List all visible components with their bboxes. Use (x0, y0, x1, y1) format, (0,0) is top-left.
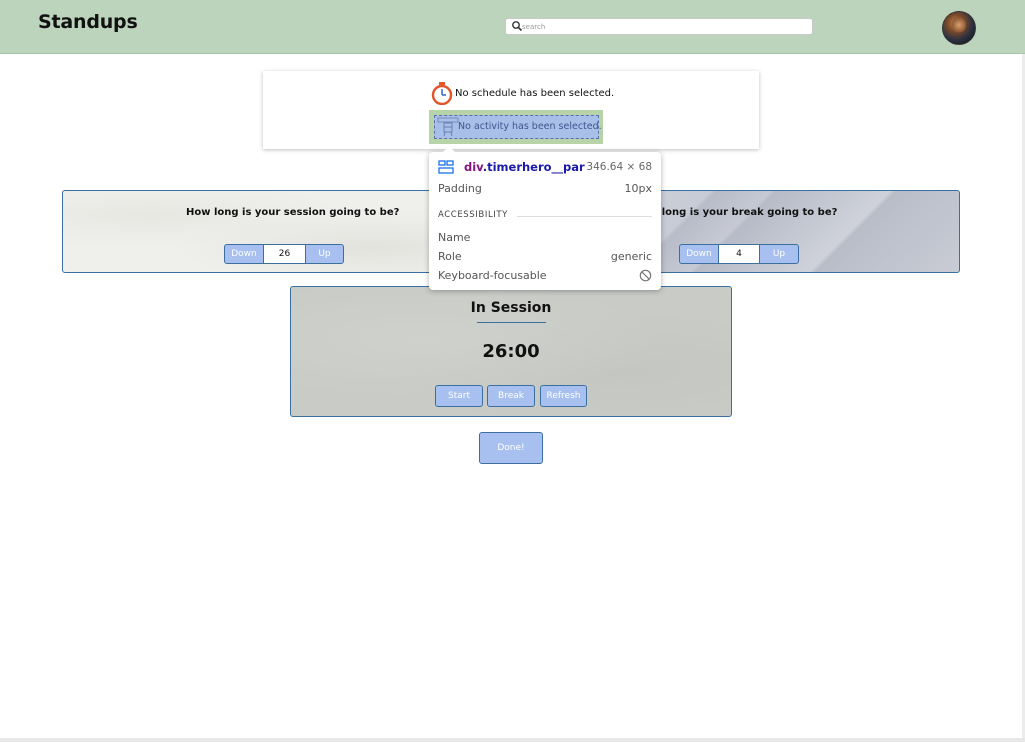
app-title: Standups (38, 11, 138, 33)
break-button[interactable]: Break (487, 385, 535, 407)
activity-text: No activity has been selected. (458, 121, 602, 132)
role-label: Role (438, 250, 462, 263)
role-value: generic (610, 250, 652, 263)
selector-tag: div (464, 160, 483, 174)
padding-row: Padding 10px (438, 182, 652, 198)
done-button[interactable]: Done! (479, 432, 543, 464)
element-selector: div.timerhero__par (464, 160, 585, 174)
focusable-row: Keyboard-focusable (438, 269, 652, 285)
devtools-inspect-tooltip: div.timerhero__par 346.64 × 68 Padding 1… (429, 146, 661, 290)
activity-chair-icon (437, 117, 459, 137)
refresh-button[interactable]: Refresh (540, 385, 587, 407)
schedule-text: No schedule has been selected. (455, 87, 615, 99)
activity-status[interactable]: No activity has been selected. (434, 115, 602, 139)
break-up-button[interactable]: Up (759, 244, 799, 264)
session-title-underline (477, 322, 546, 323)
bottom-edge (0, 738, 1025, 742)
schedule-status: No schedule has been selected. (431, 81, 614, 105)
session-length-stepper: Down 26 Up (224, 244, 344, 264)
session-down-button[interactable]: Down (224, 244, 264, 264)
break-length-value[interactable]: 4 (719, 244, 759, 264)
element-size: 346.64 × 68 (586, 161, 652, 173)
session-length-value[interactable]: 26 (264, 244, 305, 264)
timer-display: 26:00 (482, 341, 540, 362)
break-down-button[interactable]: Down (679, 244, 719, 264)
search-box[interactable] (505, 18, 813, 35)
app-header: Standups (0, 0, 1025, 54)
start-button[interactable]: Start (435, 385, 483, 407)
name-row: Name (438, 231, 652, 247)
padding-value: 10px (624, 182, 653, 195)
focusable-label: Keyboard-focusable (438, 269, 547, 282)
flex-layout-icon (438, 160, 454, 174)
section-divider (517, 216, 652, 217)
break-length-question: w long is your break going to be? (649, 207, 838, 218)
accessibility-heading: ACCESSIBILITY (438, 210, 508, 220)
name-label: Name (438, 231, 471, 244)
session-length-question: How long is your session going to be? (186, 207, 400, 218)
session-up-button[interactable]: Up (305, 244, 344, 264)
break-length-stepper: Down 4 Up (679, 244, 799, 264)
search-input[interactable] (522, 19, 810, 34)
padding-label: Padding (438, 182, 482, 195)
no-entry-icon (639, 269, 652, 282)
role-row: Role generic (438, 250, 652, 266)
session-card: In Session 26:00 Start Break Refresh (290, 286, 732, 417)
selector-class: .timerhero__par (482, 160, 585, 174)
avatar[interactable] (942, 11, 976, 45)
stopwatch-icon (431, 82, 453, 105)
session-title: In Session (470, 300, 552, 316)
